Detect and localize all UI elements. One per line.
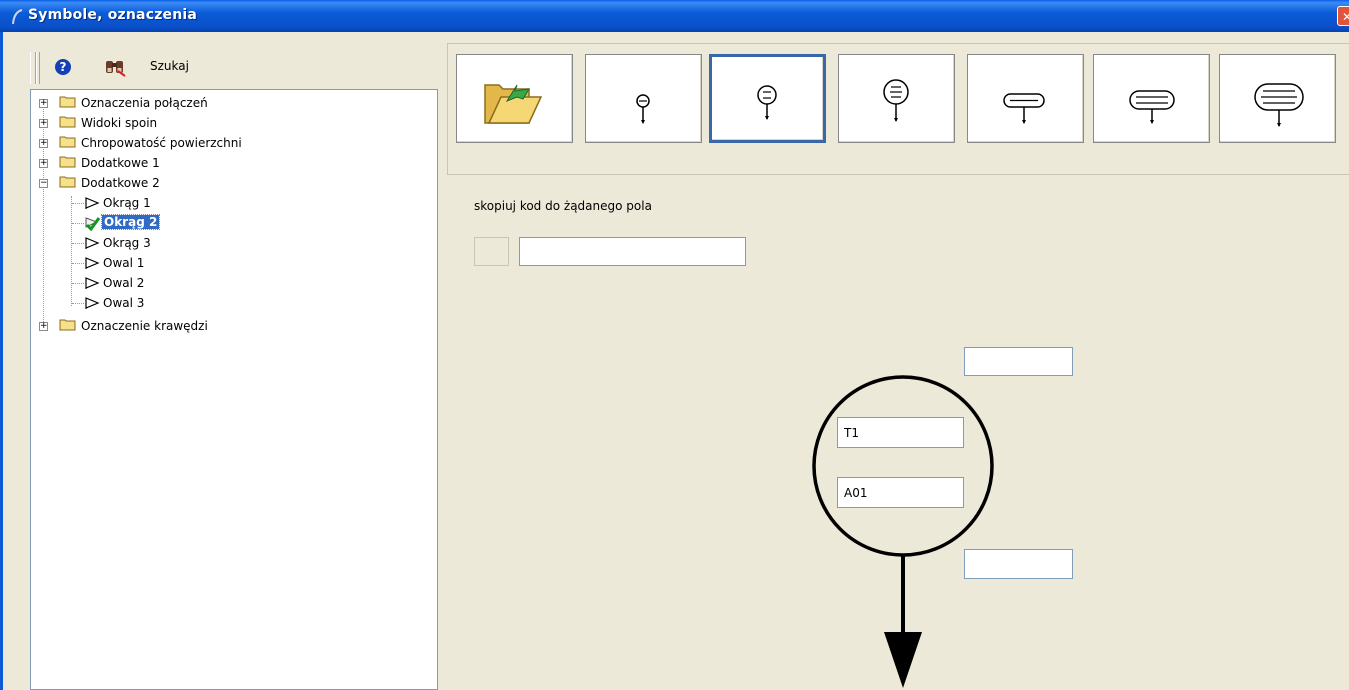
binoculars-icon[interactable] bbox=[104, 57, 126, 77]
folder-icon bbox=[59, 116, 76, 128]
circle-3-button[interactable] bbox=[838, 54, 955, 143]
copy-code-button[interactable] bbox=[474, 237, 509, 266]
toolbar-grip-secondary bbox=[36, 52, 40, 84]
oval-1-button[interactable] bbox=[967, 54, 1084, 143]
oval-2-button[interactable] bbox=[1093, 54, 1210, 143]
circle-3-line-icon bbox=[883, 79, 909, 122]
window-title: Symbole, oznaczenia bbox=[28, 7, 198, 23]
folder-icon bbox=[59, 319, 76, 331]
window-frame-left bbox=[0, 32, 3, 690]
field-top[interactable] bbox=[964, 347, 1073, 376]
field-a01[interactable] bbox=[837, 477, 964, 508]
tree-node-oznaczenia-polaczen[interactable]: + Oznaczenia połączeń bbox=[31, 94, 431, 112]
tree-connector bbox=[72, 223, 84, 224]
app-icon bbox=[12, 9, 23, 25]
tree-leaf-owal-1[interactable]: Owal 1 bbox=[31, 254, 431, 272]
code-field[interactable] bbox=[519, 237, 746, 266]
folder-icon bbox=[59, 176, 76, 188]
tree-leaf-label: Owal 2 bbox=[103, 276, 145, 290]
field-bottom[interactable] bbox=[964, 549, 1073, 579]
circle-2-line-icon bbox=[757, 85, 777, 120]
checkmark-icon bbox=[85, 217, 101, 231]
tree-leaf-owal-3[interactable]: Owal 3 bbox=[31, 294, 431, 312]
flag-icon bbox=[85, 277, 100, 289]
oval-1-line-icon bbox=[1003, 93, 1045, 124]
collapse-button[interactable]: − bbox=[39, 179, 48, 188]
expand-button[interactable]: + bbox=[39, 99, 48, 108]
tree-node-widoki-spoin[interactable]: + Widoki spoin bbox=[31, 114, 431, 132]
tree-node-dodatkowe-1[interactable]: + Dodatkowe 1 bbox=[31, 154, 431, 172]
tree-leaf-owal-2[interactable]: Owal 2 bbox=[31, 274, 431, 292]
tree-node-label: Chropowatość powierzchni bbox=[81, 136, 242, 150]
expand-button[interactable]: + bbox=[39, 139, 48, 148]
folder-icon bbox=[59, 156, 76, 168]
close-button[interactable]: ✕ bbox=[1337, 6, 1349, 26]
tree-connector bbox=[72, 283, 84, 284]
circle-1-button[interactable] bbox=[585, 54, 702, 143]
copy-code-hint: skopiuj kod do żądanego pola bbox=[474, 199, 652, 213]
title-bar[interactable]: Symbole, oznaczenia ✕ bbox=[0, 0, 1349, 32]
oval-3-button[interactable] bbox=[1219, 54, 1336, 143]
tree-connector bbox=[72, 303, 84, 304]
open-folder-icon bbox=[484, 84, 543, 124]
oval-3-line-icon bbox=[1254, 83, 1304, 127]
expand-button[interactable]: + bbox=[39, 322, 48, 331]
tree-leaf-label: Okrąg 3 bbox=[103, 236, 151, 250]
tree-node-dodatkowe-2[interactable]: − Dodatkowe 2 bbox=[31, 174, 431, 192]
symbol-tree[interactable]: + Oznaczenia połączeń + Widoki spoin + C… bbox=[30, 89, 438, 690]
flag-icon bbox=[85, 257, 100, 269]
flag-icon bbox=[85, 237, 100, 249]
tree-node-label: Dodatkowe 1 bbox=[81, 156, 160, 170]
flag-icon bbox=[85, 197, 100, 209]
tree-leaf-label: Okrąg 1 bbox=[103, 196, 151, 210]
tree-node-label: Oznaczenia połączeń bbox=[81, 96, 208, 110]
open-folder-button[interactable] bbox=[456, 54, 573, 143]
field-t1[interactable] bbox=[837, 417, 964, 448]
tree-node-label: Oznaczenie krawędzi bbox=[81, 319, 208, 333]
tree-connector bbox=[72, 243, 84, 244]
help-icon[interactable]: ? bbox=[55, 59, 71, 75]
search-button-label[interactable]: Szukaj bbox=[150, 59, 189, 73]
oval-2-line-icon bbox=[1129, 90, 1175, 124]
tree-node-label: Dodatkowe 2 bbox=[81, 176, 160, 190]
tree-node-oznaczenie-krawedzi[interactable]: + Oznaczenie krawędzi bbox=[31, 317, 431, 335]
flag-icon bbox=[85, 297, 100, 309]
tree-leaf-okrag-1[interactable]: Okrąg 1 bbox=[31, 194, 431, 212]
tree-leaf-okrag-3[interactable]: Okrąg 3 bbox=[31, 234, 431, 252]
circle-1-line-icon bbox=[636, 94, 650, 124]
tree-leaf-label: Owal 1 bbox=[103, 256, 145, 270]
tree-connector bbox=[72, 203, 84, 204]
tree-node-label: Widoki spoin bbox=[81, 116, 158, 130]
tree-connector bbox=[72, 263, 84, 264]
folder-icon bbox=[59, 136, 76, 148]
expand-button[interactable]: + bbox=[39, 159, 48, 168]
folder-icon bbox=[59, 96, 76, 108]
tree-leaf-label-selected: Okrąg 2 bbox=[100, 214, 161, 230]
tree-node-chropowatosc[interactable]: + Chropowatość powierzchni bbox=[31, 134, 431, 152]
tree-leaf-okrag-2[interactable]: Okrąg 2 bbox=[31, 214, 431, 232]
tree-leaf-label: Owal 3 bbox=[103, 296, 145, 310]
expand-button[interactable]: + bbox=[39, 119, 48, 128]
circle-2-button[interactable] bbox=[709, 54, 826, 143]
